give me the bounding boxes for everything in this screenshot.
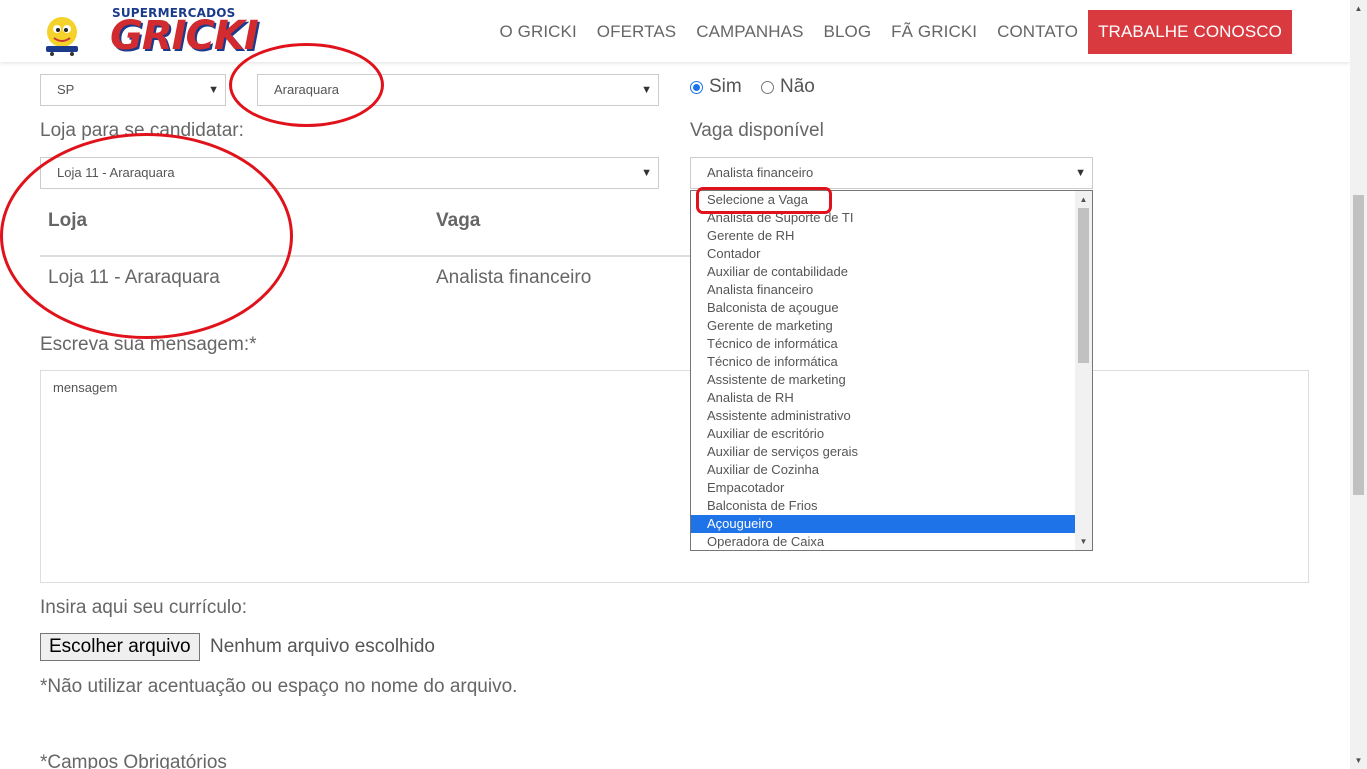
scroll-down-icon[interactable]: ▼ bbox=[1350, 752, 1367, 769]
city-select-value: Araraquara bbox=[274, 82, 340, 97]
table-cell-loja: Loja 11 - Araraquara bbox=[48, 267, 220, 288]
gricki-logo[interactable]: SUPERMERCADOS GRICKI bbox=[40, 6, 259, 59]
table-divider bbox=[40, 255, 690, 257]
vacancy-option[interactable]: Gerente de marketing bbox=[691, 317, 1075, 335]
vacancy-option[interactable]: Assistente de marketing bbox=[691, 371, 1075, 389]
vacancy-dropdown-list[interactable]: Selecione a Vaga Analista de Suporte de T… bbox=[690, 190, 1093, 551]
chevron-down-icon: ▼ bbox=[1075, 167, 1086, 179]
vacancy-label: Vaga disponível bbox=[690, 120, 824, 141]
nav-o-gricki[interactable]: O GRICKI bbox=[499, 22, 576, 42]
vacancy-option[interactable]: Técnico de informática bbox=[691, 335, 1075, 353]
message-placeholder: mensagem bbox=[53, 380, 118, 395]
vacancy-option[interactable]: Analista financeiro bbox=[691, 281, 1075, 299]
vacancy-option[interactable]: Auxiliar de escritório bbox=[691, 425, 1075, 443]
nav-fa-gricki[interactable]: FÃ GRICKI bbox=[891, 22, 977, 42]
scroll-down-icon[interactable]: ▼ bbox=[1075, 533, 1092, 550]
store-label: Loja para se candidatar: bbox=[40, 120, 244, 141]
vacancy-option[interactable]: Contador bbox=[691, 245, 1075, 263]
vacancy-option[interactable]: Selecione a Vaga bbox=[691, 191, 1075, 209]
vacancy-option[interactable]: Empacotador bbox=[691, 479, 1075, 497]
vacancy-select[interactable]: Analista financeiro ▼ bbox=[690, 157, 1093, 189]
vacancy-option[interactable]: Assistente administrativo bbox=[691, 407, 1075, 425]
vacancy-option[interactable]: Balconista de açougue bbox=[691, 299, 1075, 317]
message-textarea[interactable]: mensagem bbox=[40, 370, 1309, 583]
vacancy-option[interactable]: Auxiliar de contabilidade bbox=[691, 263, 1075, 281]
dropdown-scroll-thumb[interactable] bbox=[1078, 208, 1089, 363]
choose-file-button[interactable]: Escolher arquivo bbox=[40, 633, 200, 661]
table-cell-vaga: Analista financeiro bbox=[436, 267, 592, 288]
store-select[interactable]: Loja 11 - Araraquara ▼ bbox=[40, 157, 659, 189]
file-note: *Não utilizar acentuação ou espaço no no… bbox=[40, 676, 518, 697]
city-select[interactable]: Araraquara ▼ bbox=[257, 74, 659, 106]
nav-blog[interactable]: BLOG bbox=[824, 22, 872, 42]
vacancy-option[interactable]: Auxiliar de serviços gerais bbox=[691, 443, 1075, 461]
radio-nao-label: Não bbox=[780, 76, 815, 97]
vacancy-option[interactable]: Gerente de RH bbox=[691, 227, 1075, 245]
dropdown-scrollbar[interactable]: ▲ ▼ bbox=[1075, 191, 1092, 550]
radio-sim[interactable]: Sim bbox=[690, 76, 742, 98]
table-header-vaga: Vaga bbox=[436, 210, 481, 231]
vacancy-option[interactable]: Analista de RH bbox=[691, 389, 1075, 407]
message-label: Escreva sua mensagem:* bbox=[40, 334, 257, 355]
chevron-down-icon: ▼ bbox=[208, 84, 219, 96]
radio-checked-icon[interactable] bbox=[690, 80, 703, 94]
chevron-down-icon: ▼ bbox=[641, 167, 652, 179]
vacancy-option[interactable]: Auxiliar de Cozinha bbox=[691, 461, 1075, 479]
vacancy-option[interactable]: Açougueiro bbox=[691, 515, 1075, 533]
vacancy-select-value: Analista financeiro bbox=[707, 165, 814, 180]
vacancy-option[interactable]: Balconista de Frios bbox=[691, 497, 1075, 515]
nav-ofertas[interactable]: OFERTAS bbox=[597, 22, 676, 42]
scroll-up-icon[interactable]: ▲ bbox=[1075, 191, 1092, 208]
vacancy-option[interactable]: Operadora de Caixa bbox=[691, 533, 1075, 550]
chevron-down-icon: ▼ bbox=[641, 84, 652, 96]
radio-nao[interactable]: Não bbox=[761, 76, 815, 98]
page-scroll-thumb[interactable] bbox=[1353, 195, 1364, 495]
main-nav: O GRICKI OFERTAS CAMPANHAS BLOG FÃ GRICK… bbox=[479, 9, 1292, 54]
scroll-up-icon[interactable]: ▲ bbox=[1350, 0, 1367, 17]
vacancy-options: Selecione a Vaga Analista de Suporte de T… bbox=[691, 191, 1092, 550]
nav-trabalhe-conosco-button[interactable]: TRABALHE CONOSCO bbox=[1088, 9, 1292, 54]
state-select[interactable]: SP ▼ bbox=[40, 74, 226, 106]
table-header-loja: Loja bbox=[48, 210, 88, 231]
store-select-value: Loja 11 - Araraquara bbox=[57, 165, 175, 180]
site-header: SUPERMERCADOS GRICKI O GRICKI OFERTAS CA… bbox=[0, 0, 1350, 62]
required-note: *Campos Obrigatórios bbox=[40, 752, 227, 769]
page-scrollbar[interactable]: ▲ ▼ bbox=[1350, 0, 1367, 769]
nav-campanhas[interactable]: CAMPANHAS bbox=[696, 22, 803, 42]
logo-wordmark: GRICKI bbox=[110, 13, 259, 59]
file-status: Nenhum arquivo escolhido bbox=[210, 636, 435, 657]
vacancy-option[interactable]: Analista de Suporte de TI bbox=[691, 209, 1075, 227]
nav-contato[interactable]: CONTATO bbox=[997, 22, 1078, 42]
mascot-icon bbox=[46, 17, 78, 56]
vacancy-option[interactable]: Técnico de informática bbox=[691, 353, 1075, 371]
cv-label: Insira aqui seu currículo: bbox=[40, 597, 247, 618]
state-select-value: SP bbox=[57, 82, 75, 97]
radio-unchecked-icon[interactable] bbox=[761, 80, 774, 94]
radio-sim-label: Sim bbox=[709, 76, 742, 97]
